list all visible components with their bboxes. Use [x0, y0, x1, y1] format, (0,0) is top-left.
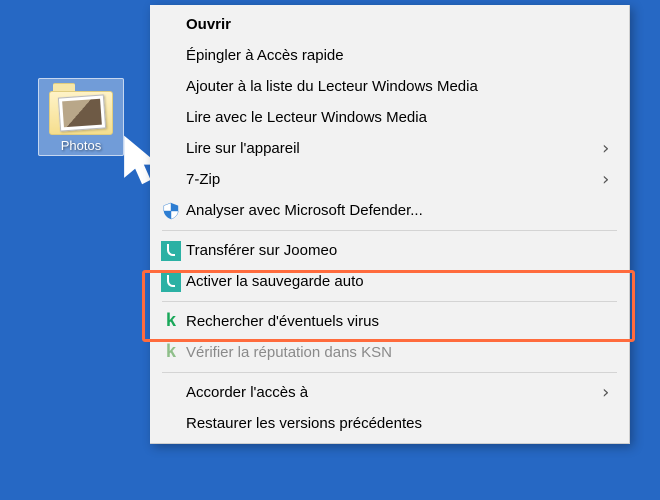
menu-item-label: Accorder l'accès à: [186, 384, 600, 401]
context-menu: Ouvrir Épingler à Accès rapide Ajouter à…: [150, 5, 630, 444]
menu-item-label: Restaurer les versions précédentes: [186, 415, 611, 432]
folder-icon: [49, 83, 113, 135]
menu-item-kaspersky-scan[interactable]: k Rechercher d'éventuels virus: [150, 306, 629, 337]
menu-item-label: Épingler à Accès rapide: [186, 47, 611, 64]
menu-item-kaspersky-ksn: k Vérifier la réputation dans KSN: [150, 337, 629, 368]
kaspersky-icon: k: [158, 342, 184, 364]
menu-item-label: Ajouter à la liste du Lecteur Windows Me…: [186, 78, 611, 95]
menu-item-wmp-play[interactable]: Lire avec le Lecteur Windows Media: [150, 102, 629, 133]
menu-item-label: Transférer sur Joomeo: [186, 242, 611, 259]
chevron-right-icon: ›: [600, 138, 611, 159]
menu-item-grant-access[interactable]: Accorder l'accès à ›: [150, 377, 629, 408]
menu-item-label: Analyser avec Microsoft Defender...: [186, 202, 611, 219]
folder-label: Photos: [41, 138, 121, 153]
menu-item-label: Rechercher d'éventuels virus: [186, 313, 611, 330]
desktop-folder[interactable]: Photos: [38, 78, 124, 156]
defender-shield-icon: [158, 200, 184, 222]
menu-item-label: Lire sur l'appareil: [186, 140, 600, 157]
menu-item-joomeo-transfer[interactable]: Transférer sur Joomeo: [150, 235, 629, 266]
menu-separator: [162, 372, 617, 373]
menu-item-cast-to-device[interactable]: Lire sur l'appareil ›: [150, 133, 629, 164]
menu-item-defender-scan[interactable]: Analyser avec Microsoft Defender...: [150, 195, 629, 226]
menu-item-restore-previous-versions[interactable]: Restaurer les versions précédentes: [150, 408, 629, 439]
menu-item-open[interactable]: Ouvrir: [150, 9, 629, 40]
menu-separator: [162, 301, 617, 302]
menu-item-7zip[interactable]: 7-Zip ›: [150, 164, 629, 195]
menu-item-label: 7-Zip: [186, 171, 600, 188]
menu-item-label: Lire avec le Lecteur Windows Media: [186, 109, 611, 126]
menu-item-wmp-add-to-list[interactable]: Ajouter à la liste du Lecteur Windows Me…: [150, 71, 629, 102]
menu-item-pin-quick-access[interactable]: Épingler à Accès rapide: [150, 40, 629, 71]
menu-item-label: Ouvrir: [186, 16, 611, 33]
chevron-right-icon: ›: [600, 169, 611, 190]
joomeo-icon: [158, 271, 184, 293]
menu-item-label: Vérifier la réputation dans KSN: [186, 344, 611, 361]
joomeo-icon: [158, 240, 184, 262]
menu-separator: [162, 230, 617, 231]
kaspersky-icon: k: [158, 311, 184, 333]
menu-item-label: Activer la sauvegarde auto: [186, 273, 611, 290]
chevron-right-icon: ›: [600, 382, 611, 403]
menu-item-joomeo-auto-backup[interactable]: Activer la sauvegarde auto: [150, 266, 629, 297]
